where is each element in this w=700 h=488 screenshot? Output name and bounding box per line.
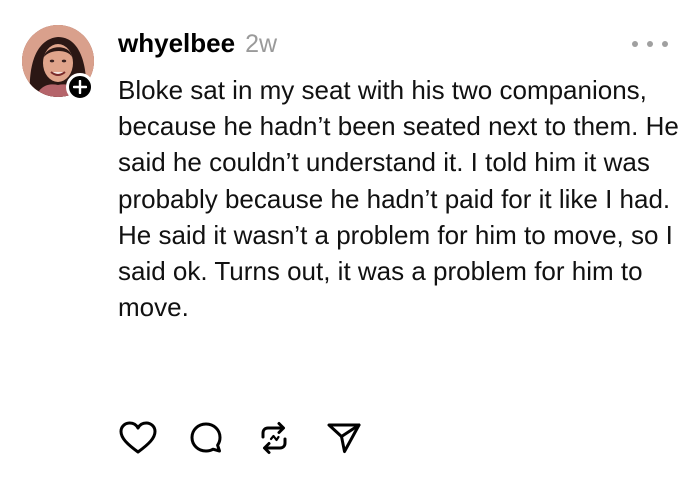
username[interactable]: whyelbee: [118, 28, 235, 59]
post-header: whyelbee 2w: [118, 28, 277, 59]
post-text: Bloke sat in my seat with his two compan…: [118, 75, 679, 323]
plus-icon: [73, 80, 87, 94]
like-button[interactable]: [118, 420, 158, 456]
more-horizontal-icon: [632, 41, 638, 47]
heart-icon: [119, 421, 157, 454]
follow-button[interactable]: [66, 73, 94, 101]
more-options-button[interactable]: [632, 36, 668, 52]
more-dot: [647, 41, 653, 47]
thread-post: whyelbee 2w Bloke sat in my seat with hi…: [0, 0, 700, 488]
repost-button[interactable]: [254, 420, 294, 456]
comment-bubble-icon: [190, 422, 222, 453]
reply-button[interactable]: [186, 420, 226, 456]
share-button[interactable]: [324, 420, 364, 456]
repost-arrows-icon: [261, 422, 287, 454]
avatar-container: [22, 25, 94, 101]
more-dot: [662, 41, 668, 47]
timestamp: 2w: [245, 30, 278, 58]
send-paper-plane-icon: [327, 423, 361, 453]
